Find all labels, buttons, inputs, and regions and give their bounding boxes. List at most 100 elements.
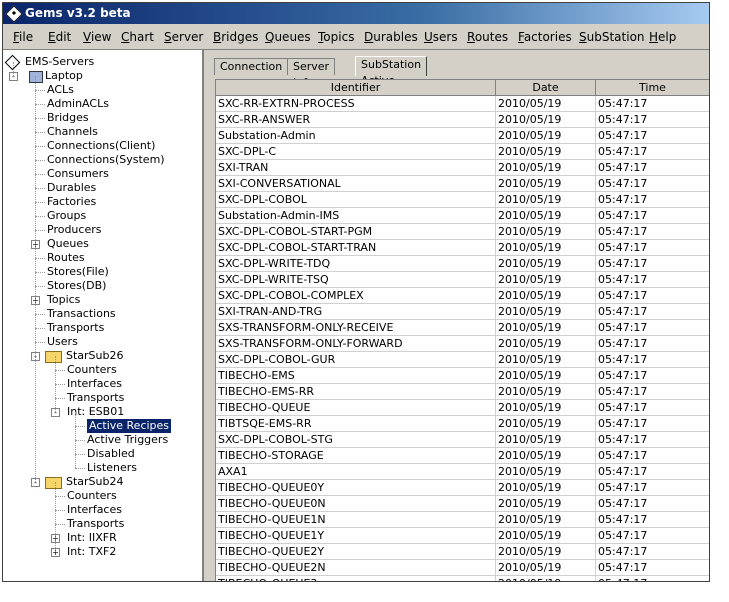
table-row[interactable]: SXI-CONVERSATIONAL 2010/05/19 05:47:17 [216, 176, 709, 192]
menu-server[interactable]: Server [164, 30, 203, 44]
table-row[interactable]: SXI-TRAN-AND-TRG 2010/05/19 05:47:17 [216, 304, 709, 320]
date-cell: 2010/05/19 [496, 112, 596, 127]
menu-mnemonic: B [213, 30, 222, 44]
identifier-cell: AXA1 [216, 464, 496, 479]
table-row[interactable]: TIBECHO-EMS-RR 2010/05/19 05:47:17 [216, 384, 709, 400]
tree-item-users[interactable]: Users [47, 335, 78, 349]
tree-item-stores-file-[interactable]: Stores(File) [47, 265, 109, 279]
table-row[interactable]: SXC-DPL-COBOL-GUR 2010/05/19 05:47:17 [216, 352, 709, 368]
table-row[interactable]: SXC-DPL-COBOL-COMPLEX 2010/05/19 05:47:17 [216, 288, 709, 304]
tree-starsub24-interfaces[interactable]: Interfaces [67, 503, 122, 517]
tree-item-groups[interactable]: Groups [47, 209, 86, 223]
tree-connector [13, 62, 14, 76]
tab-substation-active-recipes-info[interactable]: SubStation Active Recipes Info [355, 56, 428, 119]
tree-item-factories[interactable]: Factories [47, 195, 96, 209]
table-row[interactable]: TIBECHO-STORAGE 2010/05/19 05:47:17 [216, 448, 709, 464]
tree-item-stores-db-[interactable]: Stores(DB) [47, 279, 106, 293]
menu-label: ile [19, 30, 34, 44]
table-row[interactable]: TIBECHO-QUEUE32010/05/1905:47:17 [216, 576, 709, 581]
menu-view[interactable]: View [83, 30, 111, 44]
tree-connector [35, 258, 45, 259]
column-header-identifier[interactable]: Identifier [216, 80, 496, 95]
tree-item-producers[interactable]: Producers [47, 223, 101, 237]
table-row[interactable]: SXC-DPL-C 2010/05/19 05:47:17 [216, 144, 709, 160]
menu-durables[interactable]: Durables [364, 30, 418, 44]
table-row[interactable]: SXC-DPL-WRITE-TDQ 2010/05/19 05:47:17 [216, 256, 709, 272]
table-row[interactable]: SXC-DPL-COBOL-STG 2010/05/19 05:47:17 [216, 432, 709, 448]
table-row[interactable]: SXS-TRANSFORM-ONLY-FORWARD 2010/05/19 05:4… [216, 336, 709, 352]
table-row[interactable]: TIBECHO-QUEUE1N 2010/05/19 05:47:17 [216, 512, 709, 528]
table-row[interactable]: TIBECHO-EMS 2010/05/19 05:47:17 [216, 368, 709, 384]
tree-starsub24[interactable]: StarSub24 [66, 475, 124, 489]
column-header-date[interactable]: Date [496, 80, 596, 95]
tree-starsub26-transports[interactable]: Transports [67, 391, 124, 405]
menu-edit[interactable]: Edit [48, 30, 71, 44]
menu-file[interactable]: File [13, 30, 33, 44]
tree-starsub24-counters[interactable]: Counters [67, 489, 117, 503]
identifier-cell: SXS-TRANSFORM-ONLY-FORWARD [216, 336, 496, 351]
menu-label: opics [323, 30, 355, 44]
table-row[interactable]: TIBTSQE-EMS-RR 2010/05/19 05:47:17 [216, 416, 709, 432]
recipes-table: Identifier Date Time SXC-RR-EXTRN-PROCESS 2… [215, 79, 709, 581]
menu-topics[interactable]: Topics [318, 30, 354, 44]
table-row[interactable]: SXC-RR-ANSWER 2010/05/19 05:47:17 [216, 112, 709, 128]
menu-routes[interactable]: Routes [467, 30, 508, 44]
tree-listeners[interactable]: Listeners [87, 461, 137, 475]
table-row[interactable]: SXI-TRAN 2010/05/19 05:47:17 [216, 160, 709, 176]
tree-item-connections-system-[interactable]: Connections(System) [47, 153, 165, 167]
tree-item-channels[interactable]: Channels [47, 125, 98, 139]
tree-item-queues[interactable]: Queues [47, 237, 89, 251]
table-row[interactable]: TIBECHO-QUEUE0N 2010/05/19 05:47:17 [216, 496, 709, 512]
table-row[interactable]: SXC-DPL-COBOL-START-TRAN 2010/05/19 05:47:… [216, 240, 709, 256]
tree-item-adminacls[interactable]: AdminACLs [47, 97, 109, 111]
table-row[interactable]: SXS-TRANSFORM-ONLY-RECEIVE 2010/05/19 05:4… [216, 320, 709, 336]
tree-int-txf2[interactable]: Int: TXF2 [67, 545, 116, 559]
tree-disabled[interactable]: Disabled [87, 447, 135, 461]
tree-connector [35, 160, 45, 161]
tree-connector [35, 286, 45, 287]
tree-connector [75, 468, 85, 469]
tree-starsub26-interfaces[interactable]: Interfaces [67, 377, 122, 391]
tree-starsub26-counters[interactable]: Counters [67, 363, 117, 377]
tree-item-connections-client-[interactable]: Connections(Client) [47, 139, 155, 153]
tree-item-topics[interactable]: Topics [47, 293, 80, 307]
tree-item-bridges[interactable]: Bridges [47, 111, 89, 125]
date-cell: 2010/05/19 [496, 480, 596, 495]
tree-item-routes[interactable]: Routes [47, 251, 85, 265]
table-row[interactable]: Substation-Admin-IMS 2010/05/19 05:47:17 [216, 208, 709, 224]
table-row[interactable]: TIBECHO-QUEUE2N 2010/05/19 05:47:17 [216, 560, 709, 576]
tree-item-acls[interactable]: ACLs [47, 83, 74, 97]
table-row[interactable]: TIBECHO-QUEUE1Y 2010/05/19 05:47:17 [216, 528, 709, 544]
table-row[interactable]: TIBECHO-QUEUE0Y 2010/05/19 05:47:17 [216, 480, 709, 496]
tree-server-laptop[interactable]: Laptop [45, 69, 83, 83]
tree-item-consumers[interactable]: Consumers [47, 167, 109, 181]
menu-factories[interactable]: Factories [518, 30, 572, 44]
menu-users[interactable]: Users [424, 30, 458, 44]
tree-item-durables[interactable]: Durables [47, 181, 96, 195]
table-row[interactable]: SXC-DPL-COBOL 2010/05/19 05:47:17 [216, 192, 709, 208]
tree-starsub26[interactable]: StarSub26 [66, 349, 124, 363]
tree-root-ems-servers[interactable]: EMS-Servers [25, 55, 94, 69]
table-row[interactable]: SXC-DPL-COBOL-START-PGM 2010/05/19 05:47:1… [216, 224, 709, 240]
table-row[interactable]: TIBECHO-QUEUE2Y 2010/05/19 05:47:17 [216, 544, 709, 560]
table-row[interactable]: AXA1 2010/05/19 05:47:17 [216, 464, 709, 480]
menu-help[interactable]: Help [649, 30, 676, 44]
tree-active-triggers[interactable]: Active Triggers [87, 433, 168, 447]
menu-queues[interactable]: Queues [265, 30, 311, 44]
tab-server-info[interactable]: Server Info [287, 58, 336, 89]
table-row[interactable]: SXC-RR-EXTRN-PROCESS 2010/05/19 05:47:17 [216, 96, 709, 112]
tree-starsub24-transports[interactable]: Transports [67, 517, 124, 531]
tree-item-transactions[interactable]: Transactions [47, 307, 116, 321]
time-cell: 05:47:17 [596, 160, 709, 175]
tab-connection[interactable]: Connection [214, 58, 289, 75]
table-row[interactable]: SXC-DPL-WRITE-TSQ 2010/05/19 05:47:17 [216, 272, 709, 288]
tree-active-recipes[interactable]: Active Recipes [85, 418, 173, 434]
menu-bridges[interactable]: Bridges [213, 30, 258, 44]
column-header-time[interactable]: Time [596, 80, 709, 95]
tree-int-iixfr[interactable]: Int: IIXFR [67, 531, 117, 545]
table-row[interactable]: TIBECHO-QUEUE 2010/05/19 05:47:17 [216, 400, 709, 416]
menu-substation[interactable]: SubStation [579, 30, 645, 44]
menu-chart[interactable]: Chart [121, 30, 154, 44]
table-row[interactable]: Substation-Admin 2010/05/19 05:47:17 [216, 128, 709, 144]
tree-item-transports[interactable]: Transports [47, 321, 104, 335]
